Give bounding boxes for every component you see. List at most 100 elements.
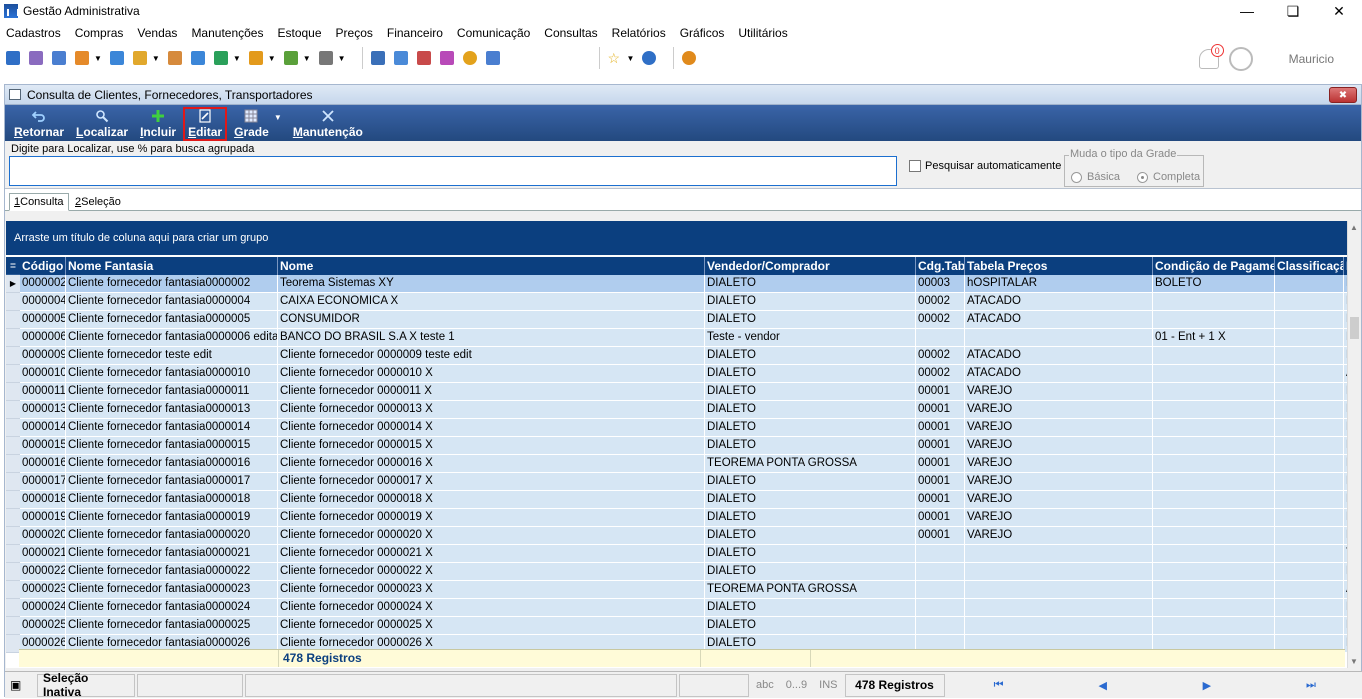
maximize-icon[interactable]: ❏: [1270, 0, 1316, 22]
menu-financeiro[interactable]: Financeiro: [387, 26, 443, 40]
scroll-down-icon[interactable]: ▼: [1350, 657, 1358, 666]
localizar-button[interactable]: Localizar: [71, 107, 133, 141]
chevron-down-icon[interactable]: ▼: [338, 54, 346, 63]
table-row[interactable]: ▶ 0000002 Cliente fornecedor fantasia00000…: [6, 275, 1360, 293]
info-icon[interactable]: [642, 51, 657, 65]
prev-record-icon[interactable]: ◀: [1051, 679, 1155, 692]
menu-manutencoes[interactable]: Manutenções: [191, 26, 263, 40]
table-row[interactable]: 0000015 Cliente fornecedor fantasia000001…: [6, 437, 1360, 455]
table-row[interactable]: 0000024 Cliente fornecedor fantasia000002…: [6, 599, 1360, 617]
radio-basica[interactable]: Básica: [1071, 171, 1120, 183]
chevron-down-icon[interactable]: ▼: [303, 54, 311, 63]
chevron-down-icon[interactable]: ▼: [233, 54, 241, 63]
tab-selecao[interactable]: 2 Seleção: [71, 193, 125, 211]
chevron-down-icon[interactable]: ▼: [152, 54, 160, 63]
cash-icon[interactable]: [283, 51, 298, 65]
power-icon[interactable]: [682, 51, 697, 65]
chevron-down-icon[interactable]: ▼: [94, 54, 102, 63]
cart-icon[interactable]: [213, 51, 228, 65]
radio-completa[interactable]: Completa: [1137, 171, 1200, 183]
column-header-cdg-tab[interactable]: Cdg.Tab: [916, 257, 965, 275]
column-header-tabela-precos[interactable]: Tabela Preços: [965, 257, 1153, 275]
box-icon[interactable]: [248, 51, 263, 65]
chevron-down-icon[interactable]: ▼: [627, 54, 635, 63]
table-row[interactable]: 0000019 Cliente fornecedor fantasia000001…: [6, 509, 1360, 527]
table-row[interactable]: 0000016 Cliente fornecedor fantasia000001…: [6, 455, 1360, 473]
window-close-icon[interactable]: ✖: [1329, 87, 1357, 103]
calendar-icon[interactable]: [416, 51, 431, 65]
table-row[interactable]: 0000022 Cliente fornecedor fantasia000002…: [6, 563, 1360, 581]
table-row[interactable]: 0000023 Cliente fornecedor fantasia000002…: [6, 581, 1360, 599]
menu-estoque[interactable]: Estoque: [277, 26, 321, 40]
menu-precos[interactable]: Preços: [336, 26, 373, 40]
column-header-condicao[interactable]: Condição de Pagamento: [1153, 257, 1275, 275]
menu-relatorios[interactable]: Relatórios: [612, 26, 666, 40]
table-row[interactable]: 0000004 Cliente fornecedor fantasia000000…: [6, 293, 1360, 311]
star-icon[interactable]: ☆: [608, 51, 622, 65]
avatar[interactable]: [1228, 47, 1253, 71]
table-row[interactable]: 0000006 Cliente fornecedor fantasia000000…: [6, 329, 1360, 347]
table-row[interactable]: 0000011 Cliente fornecedor fantasia000001…: [6, 383, 1360, 401]
group-by-area[interactable]: Arraste um título de coluna aqui para cr…: [6, 221, 1360, 255]
book-icon[interactable]: [6, 51, 20, 65]
table-row[interactable]: 0000010 Cliente fornecedor fantasia000001…: [6, 365, 1360, 383]
table-row[interactable]: 0000025 Cliente fornecedor fantasia000002…: [6, 617, 1360, 635]
chevron-down-icon[interactable]: ▼: [268, 54, 276, 63]
calculator-icon[interactable]: [393, 51, 408, 65]
column-header-nome-fantasia[interactable]: Nome Fantasia: [66, 257, 278, 275]
folder-icon[interactable]: [132, 51, 147, 65]
auto-search-checkbox[interactable]: [909, 160, 921, 172]
grade-button[interactable]: Grade ▼: [229, 107, 282, 141]
menu-utilitarios[interactable]: Utilitários: [738, 26, 787, 40]
table-row[interactable]: 0000014 Cliente fornecedor fantasia000001…: [6, 419, 1360, 437]
editar-button[interactable]: Editar: [183, 107, 228, 141]
auto-search-toggle[interactable]: Pesquisar automaticamente: [909, 160, 1061, 172]
table-row[interactable]: 0000020 Cliente fornecedor fantasia000002…: [6, 527, 1360, 545]
menu-graficos[interactable]: Gráficos: [680, 26, 725, 40]
id-card-icon[interactable]: [52, 51, 66, 65]
users-icon[interactable]: [29, 51, 43, 65]
tab-consulta[interactable]: 1 Consulta: [9, 193, 69, 211]
table-row[interactable]: 0000009 Cliente fornecedor teste edit Clie…: [6, 347, 1360, 365]
vertical-scrollbar[interactable]: ▲ ▼: [1347, 221, 1361, 668]
close-icon[interactable]: ✕: [1316, 0, 1362, 22]
chart-icon[interactable]: [75, 51, 89, 65]
minimize-icon[interactable]: —: [1224, 0, 1270, 22]
manutencao-button[interactable]: Manutenção: [288, 107, 368, 141]
chevron-down-icon[interactable]: ▼: [274, 113, 282, 122]
menu-consultas[interactable]: Consultas: [544, 26, 597, 40]
menu-cadastros[interactable]: Cadastros: [6, 26, 61, 40]
column-header-classificacao[interactable]: Classificação: [1275, 257, 1344, 275]
menu-vendas[interactable]: Vendas: [137, 26, 177, 40]
table-row[interactable]: 0000013 Cliente fornecedor fantasia000001…: [6, 401, 1360, 419]
table-row[interactable]: 0000021 Cliente fornecedor fantasia000002…: [6, 545, 1360, 563]
cell-condicao: [1153, 617, 1275, 635]
search-input[interactable]: [9, 156, 897, 186]
scroll-up-icon[interactable]: ▲: [1350, 223, 1358, 232]
menu-compras[interactable]: Compras: [75, 26, 124, 40]
scroll-thumb[interactable]: [1350, 317, 1359, 339]
mail-icon[interactable]: [485, 51, 500, 65]
cell-condicao: [1153, 437, 1275, 455]
table-row[interactable]: 0000005 Cliente fornecedor fantasia000000…: [6, 311, 1360, 329]
table-row[interactable]: 0000018 Cliente fornecedor fantasia000001…: [6, 491, 1360, 509]
spreadsheet-icon[interactable]: [370, 51, 385, 65]
bell-icon[interactable]: 0: [1198, 44, 1224, 69]
dice-icon[interactable]: [439, 51, 454, 65]
retornar-button[interactable]: Retornar: [9, 107, 69, 141]
printer-icon[interactable]: [318, 51, 333, 65]
last-record-icon[interactable]: ⏭: [1259, 679, 1362, 692]
menu-comunicacao[interactable]: Comunicação: [457, 26, 530, 40]
table-row[interactable]: 0000017 Cliente fornecedor fantasia000001…: [6, 473, 1360, 491]
first-record-icon[interactable]: ⏮: [947, 679, 1051, 692]
money-icon[interactable]: [190, 51, 205, 65]
cell-nome-fantasia: Cliente fornecedor fantasia0000002: [66, 275, 278, 293]
document-icon[interactable]: [109, 51, 124, 65]
next-record-icon[interactable]: ▶: [1155, 679, 1259, 692]
lock-icon[interactable]: [462, 51, 477, 65]
column-header-nome[interactable]: Nome: [278, 257, 705, 275]
person-icon[interactable]: [167, 51, 182, 65]
incluir-button[interactable]: Incluir: [135, 107, 181, 141]
column-header-vendedor[interactable]: Vendedor/Comprador: [705, 257, 916, 275]
column-header-codigo[interactable]: Código: [20, 257, 66, 275]
